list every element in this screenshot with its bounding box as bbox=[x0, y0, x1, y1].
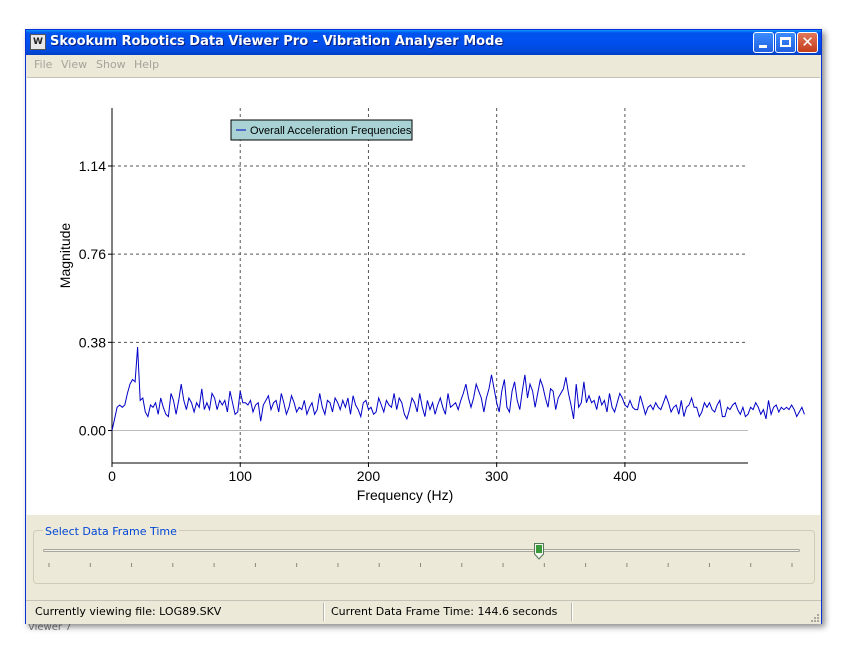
frequency-chart: 0 100 200 300 400 0.00 0.38 0.76 1.14 Frequency (… bbox=[57, 108, 805, 503]
x-tick-label: 300 bbox=[485, 468, 509, 484]
status-divider bbox=[571, 603, 573, 621]
status-file: Currently viewing file: LOG89.SKV bbox=[35, 605, 222, 618]
maximize-icon bbox=[780, 37, 791, 47]
series-line bbox=[111, 346, 805, 431]
app-logo-icon[interactable]: W bbox=[30, 34, 46, 50]
x-axis-label: Frequency (Hz) bbox=[357, 487, 453, 503]
menu-help[interactable]: Help bbox=[134, 58, 159, 71]
y-tick-label: 1.14 bbox=[79, 158, 106, 174]
maximize-button[interactable] bbox=[775, 32, 796, 53]
legend-label: Overall Acceleration Frequencies bbox=[250, 125, 412, 137]
slider-ticks bbox=[48, 563, 793, 567]
main-window: W Skookum Robotics Data Viewer Pro - Vib… bbox=[25, 29, 822, 624]
menu-view[interactable]: View bbox=[61, 58, 87, 71]
x-tick-label: 400 bbox=[613, 468, 637, 484]
slider-thumb[interactable] bbox=[533, 543, 544, 560]
y-axis-label: Magnitude bbox=[57, 223, 73, 289]
menu-file[interactable]: File bbox=[34, 58, 52, 71]
close-button[interactable]: ✕ bbox=[797, 32, 818, 53]
menu-show[interactable]: Show bbox=[96, 58, 126, 71]
x-tick-label: 0 bbox=[108, 468, 116, 484]
status-divider bbox=[323, 603, 325, 621]
chart-panel: 0 100 200 300 400 0.00 0.38 0.76 1.14 Frequency (… bbox=[27, 77, 820, 515]
menu-bar: File View Show Help bbox=[26, 55, 821, 75]
y-tick-label: 0.76 bbox=[79, 246, 106, 262]
resize-grip-icon[interactable] bbox=[809, 612, 819, 622]
slider-group-box bbox=[33, 530, 815, 584]
minimize-button[interactable] bbox=[753, 32, 774, 53]
slider-track[interactable] bbox=[43, 549, 800, 552]
status-frame-time: Current Data Frame Time: 144.6 seconds bbox=[331, 605, 558, 618]
title-bar[interactable]: W Skookum Robotics Data Viewer Pro - Vib… bbox=[26, 30, 821, 55]
status-bar: Currently viewing file: LOG89.SKV Curren… bbox=[26, 600, 821, 624]
slider-group-label: Select Data Frame Time bbox=[43, 525, 179, 538]
x-tick-label: 100 bbox=[229, 468, 253, 484]
window-title: Skookum Robotics Data Viewer Pro - Vibra… bbox=[50, 34, 504, 49]
close-icon: ✕ bbox=[801, 33, 814, 51]
minimize-icon bbox=[759, 45, 767, 48]
y-tick-label: 0.38 bbox=[79, 334, 106, 350]
x-tick-label: 200 bbox=[357, 468, 381, 484]
y-tick-label: 0.00 bbox=[79, 423, 106, 439]
